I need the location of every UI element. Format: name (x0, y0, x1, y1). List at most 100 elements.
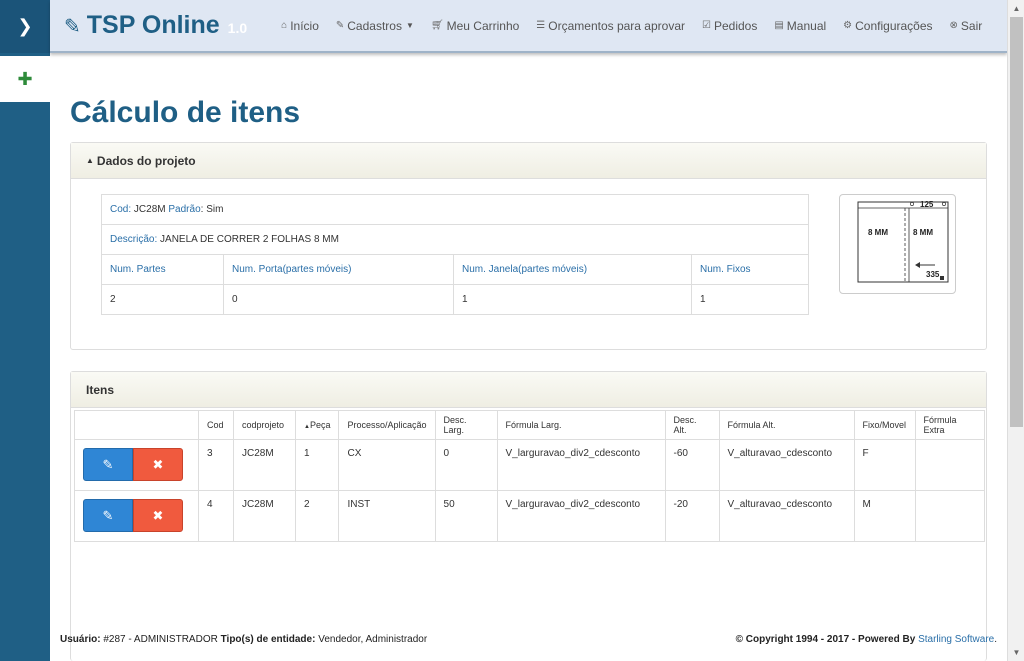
value-num-janela: 1 (453, 284, 692, 315)
nav-item-pedidos[interactable]: ☑ Pedidos (702, 19, 757, 33)
col-processo[interactable]: Processo/Aplicação (338, 410, 436, 440)
nav-item-inicio[interactable]: ⌂ Início (281, 19, 319, 33)
header-num-partes: Num. Partes (101, 254, 224, 285)
col-cod[interactable]: Cod (198, 410, 234, 440)
value-num-fixos: 1 (691, 284, 809, 315)
caret-down-icon: ▼ (405, 21, 414, 30)
thumb-left-label: 8 MM (868, 228, 888, 237)
footer-copyright: © Copyright 1994 - 2017 - Powered By Sta… (735, 634, 997, 645)
nav-item-cadastros[interactable]: ✎ Cadastros ▼ (336, 19, 414, 33)
scroll-up-arrow-icon[interactable]: ▲ (1008, 0, 1024, 17)
pencil-icon: ✎ (335, 20, 345, 31)
header-num-janela: Num. Janela(partes móveis) (453, 254, 692, 285)
cell-formula-alt: V_alturavao_cdesconto (718, 439, 855, 491)
nav-item-sair[interactable]: ⊗ Sair (950, 19, 983, 33)
check-square-icon: ☑ (702, 20, 711, 31)
cell-formula-extra (914, 490, 986, 542)
footer-user-info: Usuário: #287 - ADMINISTRADOR Tipo(s) de… (60, 634, 428, 645)
col-desc-larg[interactable]: Desc. Larg. (434, 410, 498, 440)
cell-fixo-movel: F (853, 439, 916, 491)
brand-version: 1.0 (227, 20, 248, 36)
row-actions: ✎ ✖ (74, 490, 199, 542)
pencil-icon: ✎ (64, 16, 81, 38)
table-row: ✎ ✖ 4 JC28M 2 INST 50 V_larguravao_div2_… (74, 490, 986, 542)
thumb-right-label: 8 MM (913, 228, 933, 237)
col-peca[interactable]: ▲Peça (294, 410, 340, 440)
value-num-porta: 0 (223, 284, 454, 315)
items-panel-heading: Itens (71, 372, 986, 408)
close-icon: ✖ (152, 507, 164, 523)
value-num-partes: 2 (101, 284, 224, 315)
col-formula-larg[interactable]: Fórmula Larg. (496, 410, 666, 440)
project-table: Cod: JC28M Padrão: Sim Descrição: JANELA… (101, 194, 809, 315)
chevron-right-icon[interactable]: ❯ (0, 0, 50, 53)
col-formula-extra[interactable]: Fórmula Extra (914, 410, 986, 440)
cell-formula-alt: V_alturavao_cdesconto (718, 490, 855, 542)
header-num-porta: Num. Porta(partes móveis) (223, 254, 454, 285)
close-circle-icon: ⊗ (949, 20, 958, 31)
col-actions (74, 410, 199, 440)
caret-up-icon: ▲ (86, 156, 94, 165)
thumb-bottom-label: 335 (926, 270, 940, 279)
thumb-top-label: 125 (920, 200, 934, 209)
plus-icon[interactable]: ✚ (0, 56, 50, 102)
col-formula-alt[interactable]: Fórmula Alt. (718, 410, 855, 440)
nav-item-carrinho[interactable]: 🛒︎ Meu Carrinho (431, 19, 519, 33)
cell-desc-alt: -60 (664, 439, 720, 491)
project-panel: ▲ Dados do projeto Cod: JC28M Padrão: Si… (70, 142, 987, 350)
items-header-row: Cod codprojeto ▲Peça Processo/Aplicação … (74, 410, 986, 440)
scroll-thumb[interactable] (1010, 17, 1023, 427)
items-table: Cod codprojeto ▲Peça Processo/Aplicação … (74, 410, 986, 542)
window-diagram: 125 8 MM 8 MM 335 (857, 200, 949, 283)
project-panel-heading[interactable]: ▲ Dados do projeto (71, 143, 986, 179)
cell-peca: 2 (294, 490, 340, 542)
cell-desc-larg: 0 (434, 439, 498, 491)
page-title: Cálculo de itens (70, 96, 301, 129)
pencil-icon: ✎ (102, 456, 114, 472)
close-icon: ✖ (152, 456, 164, 472)
cart-icon: 🛒︎ (430, 20, 444, 31)
edit-button[interactable]: ✎ (83, 448, 133, 481)
cell-formula-larg: V_larguravao_div2_cdesconto (496, 439, 666, 491)
delete-button[interactable]: ✖ (133, 499, 183, 532)
nav-item-manual[interactable]: ▤ Manual (774, 19, 826, 33)
left-sidebar: ❯ ✚ (0, 0, 50, 661)
cell-formula-extra (914, 439, 986, 491)
project-cod-row: Cod: JC28M Padrão: Sim (101, 194, 809, 225)
nav-item-configuracoes[interactable]: ⚙ Configurações (843, 19, 932, 33)
brand[interactable]: ✎ TSP Online 1.0 (64, 11, 247, 40)
company-link[interactable]: Starling Software (918, 634, 994, 645)
main-nav: ⌂ Início ✎ Cadastros ▼ 🛒︎ Meu Carrinho ☰… (281, 19, 999, 33)
pencil-icon: ✎ (102, 507, 114, 523)
book-icon: ▤ (774, 20, 784, 31)
row-actions: ✎ ✖ (74, 439, 199, 491)
cell-processo: CX (338, 439, 436, 491)
col-codprojeto[interactable]: codprojeto (233, 410, 296, 440)
brand-name: TSP Online (86, 11, 220, 39)
cell-formula-larg: V_larguravao_div2_cdesconto (496, 490, 666, 542)
cell-codprojeto: JC28M (233, 439, 296, 491)
cell-desc-alt: -20 (664, 490, 720, 542)
items-panel: Itens Cod codprojeto ▲Peça Processo/Apli… (70, 371, 987, 661)
delete-button[interactable]: ✖ (133, 448, 183, 481)
nav-item-orcamentos[interactable]: ☰ Orçamentos para aprovar (536, 19, 685, 33)
cell-fixo-movel: M (853, 490, 916, 542)
top-navbar: ✎ TSP Online 1.0 ⌂ Início ✎ Cadastros ▼ … (50, 0, 1007, 53)
table-row: ✎ ✖ 3 JC28M 1 CX 0 V_larguravao_div2_cde… (74, 439, 986, 491)
vertical-scrollbar[interactable]: ▲ ▼ (1007, 0, 1024, 661)
cell-cod: 4 (198, 490, 234, 542)
footer: Usuário: #287 - ADMINISTRADOR Tipo(s) de… (60, 634, 997, 645)
cell-processo: INST (338, 490, 436, 542)
cell-codprojeto: JC28M (233, 490, 296, 542)
cell-cod: 3 (198, 439, 234, 491)
edit-button[interactable]: ✎ (83, 499, 133, 532)
list-icon: ☰ (536, 20, 546, 31)
gear-icon: ⚙ (843, 20, 853, 31)
cell-desc-larg: 50 (434, 490, 498, 542)
header-num-fixos: Num. Fixos (691, 254, 809, 285)
col-desc-alt[interactable]: Desc. Alt. (664, 410, 720, 440)
scroll-down-arrow-icon[interactable]: ▼ (1008, 644, 1024, 661)
project-thumbnail[interactable]: 125 8 MM 8 MM 335 (839, 194, 956, 294)
col-fixo-movel[interactable]: Fixo/Movel (853, 410, 916, 440)
home-icon: ⌂ (281, 20, 288, 31)
